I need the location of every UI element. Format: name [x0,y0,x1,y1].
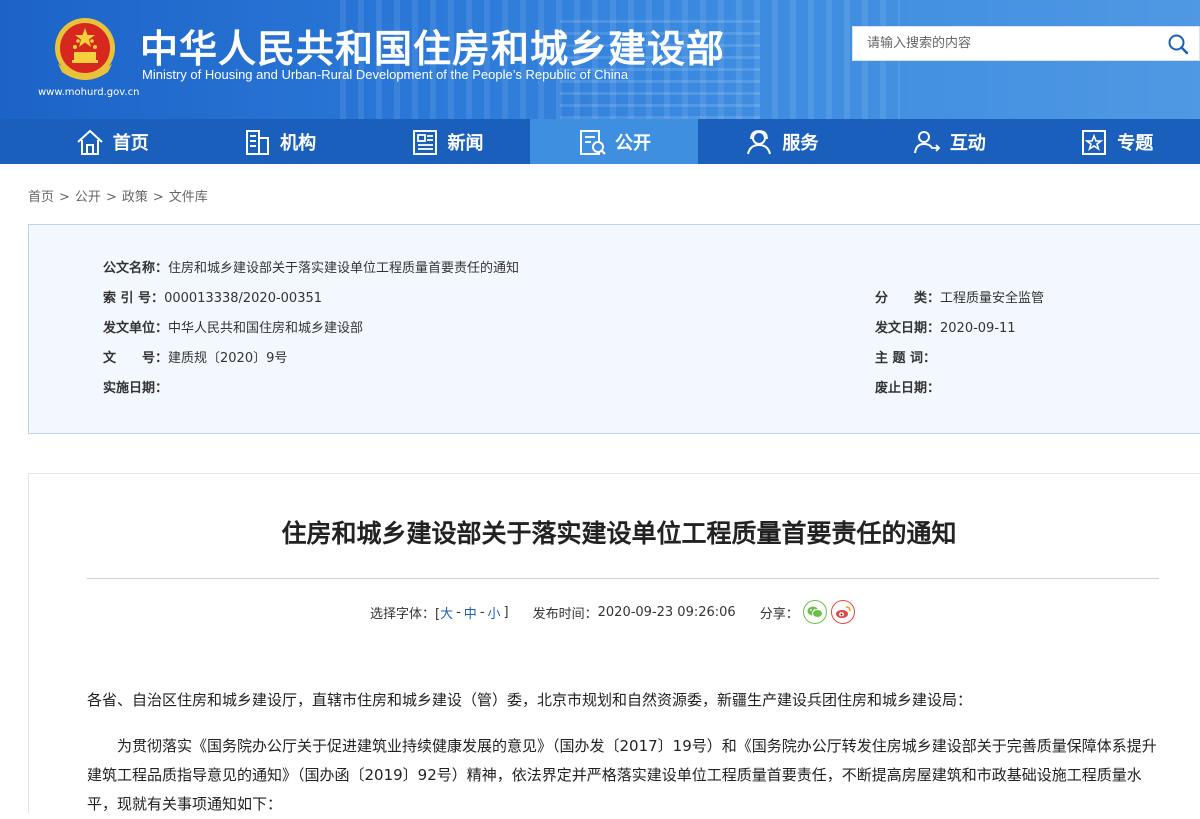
effective-row: 实施日期： [103,377,168,396]
main-nav: 首页 机构 新闻 公开 服务 互动 专题 [28,119,1200,164]
breadcrumb-separator: > [152,190,164,205]
index-row: 索 引 号：000013338/2020-00351 [103,287,322,306]
issue-date-row: 发文日期：2020-09-11 [875,317,1016,336]
nav-item-topic[interactable]: 专题 [1033,119,1200,164]
article-title: 住房和城乡建设部关于落实建设单位工程质量首要责任的通知 [281,519,957,548]
nav-left-strip [0,119,28,164]
nav-label: 专题 [1117,132,1154,154]
share-label: 分享： [759,606,799,622]
search-box [852,26,1200,61]
breadcrumb-home[interactable]: 首页 [28,190,54,205]
nav-label: 新闻 [447,132,484,154]
doc-no-value: 建质规〔2020〕9号 [168,351,288,366]
breadcrumb: 首页 > 公开 > 政策 > 文件库 [28,186,208,205]
nav-label: 机构 [280,132,317,154]
category-value: 工程质量安全监管 [940,291,1045,306]
service-icon [747,129,772,154]
article-meta: 选择字体：[ 大 - 中 - 小 ] 发布时间： 2020-09-23 09:2… [370,600,855,624]
breadcrumb-library[interactable]: 文件库 [169,190,208,205]
expiry-row: 废止日期： [875,377,940,396]
nav-label: 公开 [614,132,651,154]
nav-item-organization[interactable]: 机构 [195,119,362,164]
breadcrumb-separator: > [105,190,117,205]
font-size-large-link[interactable]: 大 [440,603,453,622]
topic-icon [1082,129,1107,155]
nav-item-open[interactable]: 公开 [530,119,698,164]
breadcrumb-separator: > [59,190,70,205]
issuer-value: 中华人民共和国住房和城乡建设部 [168,321,364,336]
wechat-share-icon[interactable] [802,600,827,624]
issuer-label: 发文单位： [103,321,169,336]
article-container: 住房和城乡建设部关于落实建设单位工程质量首要责任的通知 选择字体：[ 大 - 中… [28,473,1200,813]
effective-label: 实施日期： [103,381,169,396]
news-icon [412,129,437,155]
search-input[interactable] [853,27,1153,60]
doc-name-label: 公文名称： [103,261,169,276]
font-size-medium-link[interactable]: 中 [464,603,477,622]
font-size-dash: - [456,604,461,620]
nav-item-service[interactable]: 服务 [698,119,865,164]
category-row: 分 类：工程质量安全监管 [875,287,1044,306]
index-value: 000013338/2020-00351 [164,291,323,306]
nav-item-interact[interactable]: 互动 [865,119,1032,164]
issue-date-value: 2020-09-11 [940,321,1016,336]
subject-label: 主 题 词： [875,351,937,366]
nav-label: 服务 [782,132,819,154]
weibo-share-icon[interactable] [830,600,855,624]
issuer-row: 发文单位：中华人民共和国住房和城乡建设部 [103,317,363,336]
article-paragraph: 各省、自治区住房和城乡建设厅，直辖市住房和城乡建设（管）委，北京市规划和自然资源… [87,691,973,709]
site-header: www.mohurd.gov.cn 中华人民共和国住房和城乡建设部 Minist… [0,0,1200,119]
nav-item-news[interactable]: 新闻 [363,119,530,164]
category-label: 分 类： [875,291,941,306]
site-title-english: Ministry of Housing and Urban-Rural Deve… [142,67,629,82]
publish-time-label: 发布时间： [532,606,598,622]
font-size-label: 选择字体：[ [370,606,441,622]
home-icon [77,129,103,155]
building-icon [246,129,270,155]
doc-name-value: 住房和城乡建设部关于落实建设单位工程质量首要责任的通知 [168,261,520,276]
breadcrumb-open[interactable]: 公开 [75,190,101,205]
site-url: www.mohurd.gov.cn [38,87,140,98]
search-icon[interactable] [1167,33,1189,55]
doc-name-row: 公文名称：住房和城乡建设部关于落实建设单位工程质量首要责任的通知 [103,257,519,276]
subject-row: 主 题 词： [875,347,936,366]
national-emblem-icon [55,18,115,80]
open-doc-icon [579,129,606,155]
expiry-label: 废止日期： [875,381,941,396]
nav-label: 首页 [112,132,149,154]
font-size-dash: - [479,604,485,620]
doc-no-label: 文 号： [103,351,169,366]
index-label: 索 引 号： [103,291,165,306]
nav-item-home[interactable]: 首页 [28,119,195,164]
wechat-icon [807,606,823,618]
publish-time-value: 2020-09-23 09:26:06 [597,604,736,620]
weibo-icon [835,606,851,618]
issue-date-label: 发文日期： [875,321,941,336]
document-info-panel: 公文名称：住房和城乡建设部关于落实建设单位工程质量首要责任的通知 索 引 号：0… [28,224,1200,434]
nav-label: 互动 [949,132,986,154]
doc-no-row: 文 号：建质规〔2020〕9号 [103,347,287,366]
site-title: 中华人民共和国住房和城乡建设部 [140,27,726,71]
breadcrumb-policy[interactable]: 政策 [122,190,148,205]
article-paragraph: 为贯彻落实《国务院办公厅关于促进建筑业持续健康发展的意见》（国办发〔2017〕1… [87,737,1157,813]
interact-icon [913,130,941,153]
font-size-label-end: ] [503,604,509,620]
font-size-small-link[interactable]: 小 [488,603,501,622]
title-divider [87,578,1159,579]
